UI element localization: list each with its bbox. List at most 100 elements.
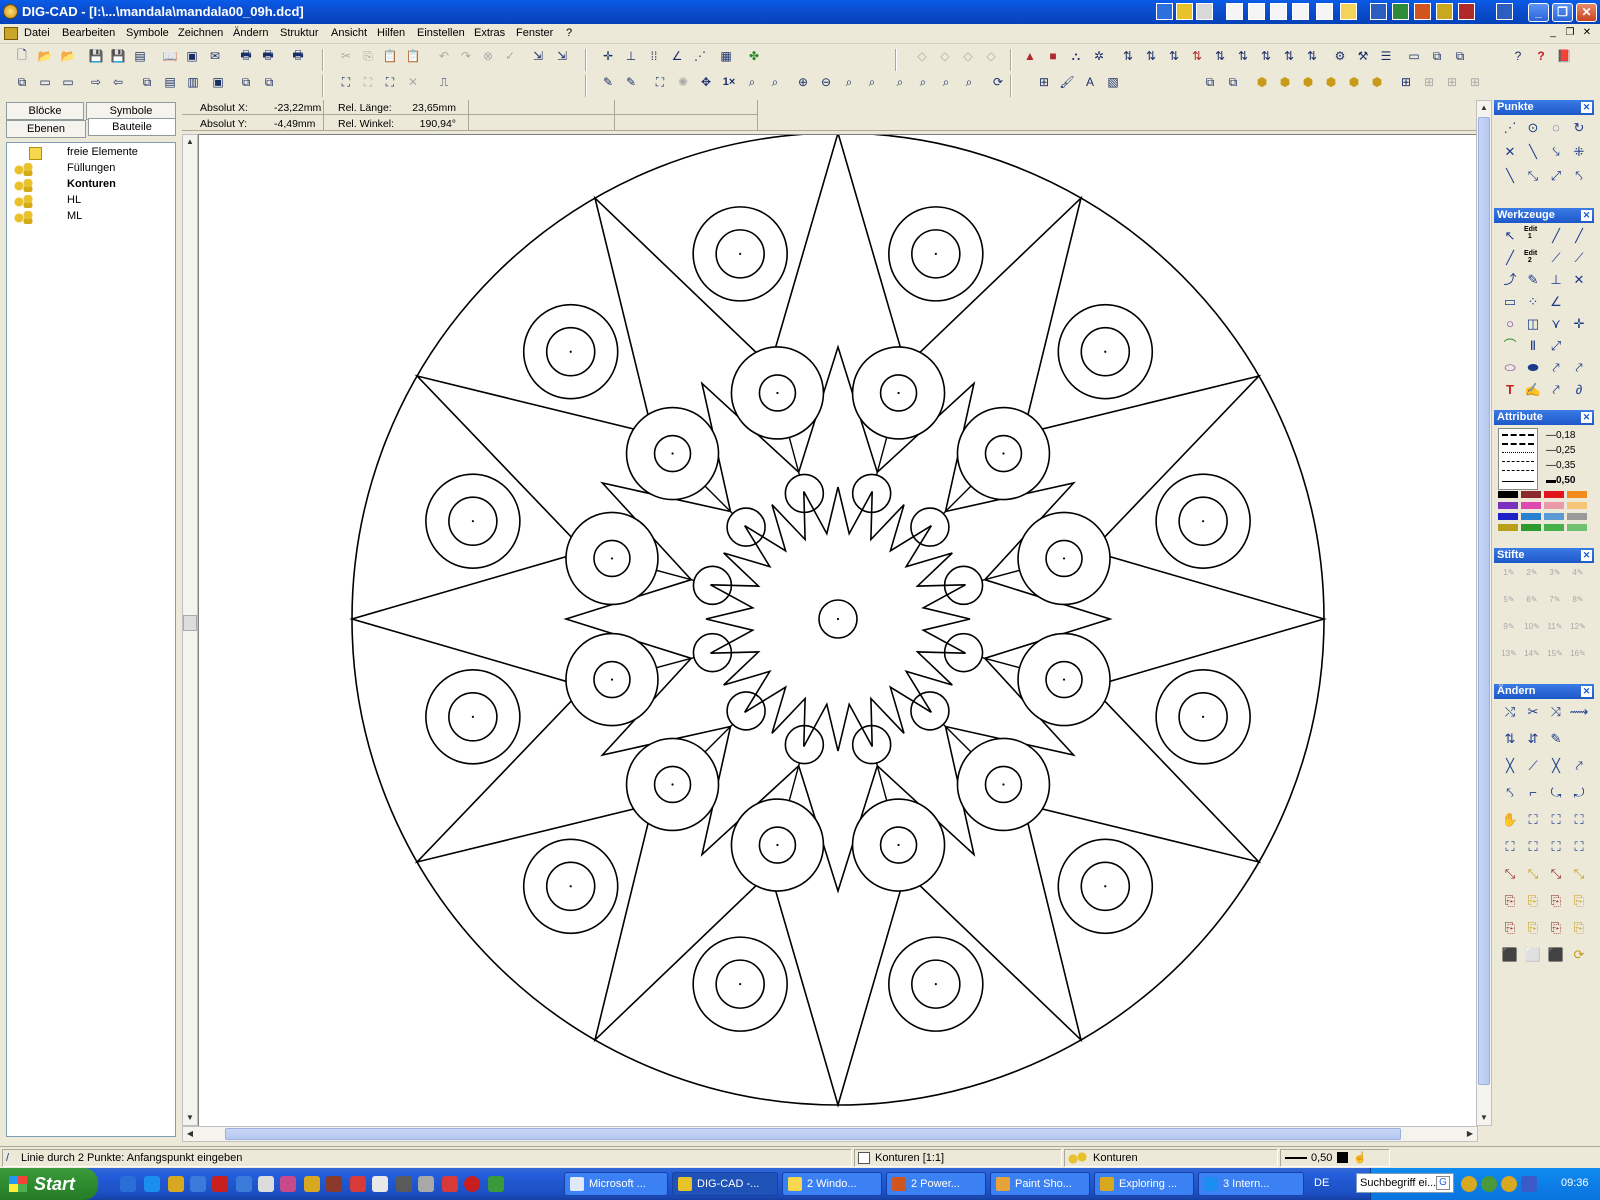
zoom-step-icon[interactable]: ⌕ — [936, 72, 956, 92]
layer-columns-icon[interactable]: ▥ — [183, 72, 203, 92]
connector-line[interactable] — [656, 569, 696, 582]
redraw-icon[interactable]: ⟳ — [988, 72, 1008, 92]
paste-icon[interactable]: 📋 — [380, 46, 400, 66]
brush-icon[interactable]: 🖌 — [1057, 72, 1077, 92]
color-swatch[interactable] — [1567, 513, 1587, 520]
mirror-icon[interactable]: ⛶ — [1546, 837, 1566, 857]
disabled-tool-icon[interactable]: ◇ — [981, 46, 1001, 66]
horizontal-scrollbar[interactable]: ◀ ▶ — [182, 1126, 1478, 1142]
task-digcad[interactable]: DIG-CAD -... — [672, 1172, 778, 1196]
zoom-out-icon[interactable]: ⊖ — [816, 72, 836, 92]
connector-line[interactable] — [980, 656, 1020, 669]
scroll-up-arrow[interactable]: ▲ — [1477, 101, 1491, 115]
transform-icon[interactable]: ⛶ — [1546, 810, 1566, 830]
node-tool-icon[interactable]: ✎ — [1523, 270, 1543, 290]
edit2-button[interactable]: Edit 2 — [1524, 250, 1537, 264]
menu-symbole[interactable]: Symbole — [126, 27, 169, 39]
layer-split-icon[interactable]: ▤ — [160, 72, 180, 92]
fillet-icon[interactable]: ⎘ — [1500, 891, 1520, 911]
symbol-icon[interactable]: ⧉ — [1223, 72, 1243, 92]
cascade-icon[interactable]: ⧉ — [1450, 46, 1470, 66]
pen-slot[interactable]: 4✎ — [1569, 568, 1587, 582]
path-tool-icon[interactable]: ⇅ — [1118, 46, 1138, 66]
tray-app-icon[interactable] — [1156, 3, 1173, 20]
connector-line[interactable] — [788, 761, 801, 801]
window-close-icon[interactable]: ▭ — [58, 72, 78, 92]
path-tool-icon[interactable]: ⇅ — [1279, 46, 1299, 66]
center-dot[interactable] — [569, 885, 572, 888]
layers-icon[interactable]: ▦ — [716, 46, 736, 66]
open-recent-icon[interactable]: 📂 — [58, 46, 78, 66]
pen-slot[interactable]: 5✎ — [1500, 595, 1518, 609]
minimize-button[interactable]: _ — [1528, 3, 1549, 22]
tray-icon[interactable] — [1461, 1176, 1477, 1192]
zoom-1x-icon[interactable]: 1× — [719, 72, 739, 92]
help-icon[interactable]: ? — [1531, 46, 1551, 66]
menu-fenster[interactable]: Fenster — [516, 27, 553, 39]
tray-app-icon[interactable] — [1496, 3, 1513, 20]
language-indicator[interactable]: DE — [1314, 1177, 1329, 1189]
arc-edit-icon[interactable]: ⎘ — [1569, 891, 1589, 911]
pen-slot[interactable]: 9✎ — [1500, 622, 1518, 636]
middle-ring-circle[interactable] — [956, 406, 1051, 501]
zoom-previous-icon[interactable]: ⌕ — [839, 72, 859, 92]
point-on-line-icon[interactable]: ╲ — [1523, 142, 1543, 162]
disabled-tool-icon[interactable]: ◇ — [958, 46, 978, 66]
line-tool-icon[interactable]: ⤤ — [1569, 358, 1589, 378]
internet-explorer-icon[interactable] — [144, 1176, 160, 1192]
close-button[interactable]: ✕ — [1576, 3, 1597, 22]
tray-app-icon[interactable] — [1196, 3, 1213, 20]
point-center-icon[interactable]: ⊙ — [1523, 118, 1543, 138]
tree-item-konturen[interactable]: Konturen — [13, 178, 116, 194]
hatch-icon[interactable]: ▧ — [1103, 72, 1123, 92]
powerpoint-icon[interactable] — [1414, 3, 1431, 20]
delete-icon[interactable]: ✕ — [403, 72, 423, 92]
task-exploring[interactable]: Exploring ... — [1094, 1172, 1194, 1196]
tab-ebenen[interactable]: Ebenen — [6, 120, 86, 138]
split-icon[interactable]: ╳ — [1546, 756, 1566, 776]
circle-icon[interactable]: ○ — [1500, 314, 1520, 334]
pen-slot[interactable]: 13✎ — [1500, 649, 1518, 663]
center-dot[interactable] — [1104, 350, 1107, 353]
node-edit-icon[interactable]: ⁘ — [1523, 292, 1543, 312]
quicklaunch-icon[interactable] — [464, 1176, 480, 1192]
save-all-icon[interactable]: ▤ — [130, 46, 150, 66]
curve-icon[interactable]: ∂ — [1569, 380, 1589, 400]
transform-icon[interactable]: ⎘ — [1569, 918, 1589, 938]
split-icon[interactable]: ⤡ — [1569, 864, 1589, 884]
paste-special-icon[interactable]: 📋 — [403, 46, 423, 66]
tree-item-freie-elemente[interactable]: freie Elemente — [29, 146, 138, 162]
outer-ring-circle[interactable] — [425, 473, 521, 569]
outer-ring-inner-circle[interactable] — [545, 326, 596, 377]
tray-app-icon[interactable] — [1436, 3, 1453, 20]
middle-ring-circle[interactable] — [851, 346, 946, 440]
snap-angle-icon[interactable]: ⋰ — [690, 46, 710, 66]
pen-slot[interactable]: 16✎ — [1569, 649, 1587, 663]
pen-slot[interactable]: 7✎ — [1546, 595, 1564, 609]
line-tool-icon[interactable]: ╱ — [1500, 248, 1520, 268]
printer-setup-icon[interactable]: 🖶 — [288, 46, 308, 66]
tray-icon[interactable] — [1501, 1176, 1517, 1192]
cut-icon[interactable]: ⬛ — [1500, 945, 1520, 965]
middle-ring-circle[interactable] — [1017, 511, 1111, 606]
quicklaunch-icon[interactable] — [442, 1176, 458, 1192]
scroll-thumb[interactable] — [225, 1128, 1401, 1140]
color-swatch[interactable] — [1521, 513, 1541, 520]
layer-copy-icon[interactable]: ⧉ — [259, 72, 279, 92]
mdi-close-button[interactable]: ✕ — [1580, 27, 1594, 40]
rotate-icon[interactable]: ⇵ — [1523, 729, 1543, 749]
ellipse-icon[interactable]: ⬭ — [1500, 358, 1520, 378]
3d-tool-icon[interactable]: ✲ — [1089, 46, 1109, 66]
tray-app-icon[interactable] — [1292, 3, 1309, 20]
angle-line-icon[interactable]: ∠ — [1546, 292, 1566, 312]
line-width-018[interactable]: —0,18 — [1546, 430, 1575, 441]
menu-struktur[interactable]: Struktur — [280, 27, 319, 39]
rectangle-icon[interactable]: ▭ — [1500, 292, 1520, 312]
undo-icon[interactable]: ↶ — [434, 46, 454, 66]
angle-icon[interactable]: ∠ — [667, 46, 687, 66]
point-line-icon[interactable]: ⋰ — [1500, 118, 1520, 138]
point-circle-icon[interactable]: ◌ — [1546, 118, 1566, 138]
trim-icon[interactable]: ⛶ — [1500, 837, 1520, 857]
zoom-step-icon[interactable]: ⌕ — [890, 72, 910, 92]
center-dot[interactable] — [1104, 885, 1107, 888]
